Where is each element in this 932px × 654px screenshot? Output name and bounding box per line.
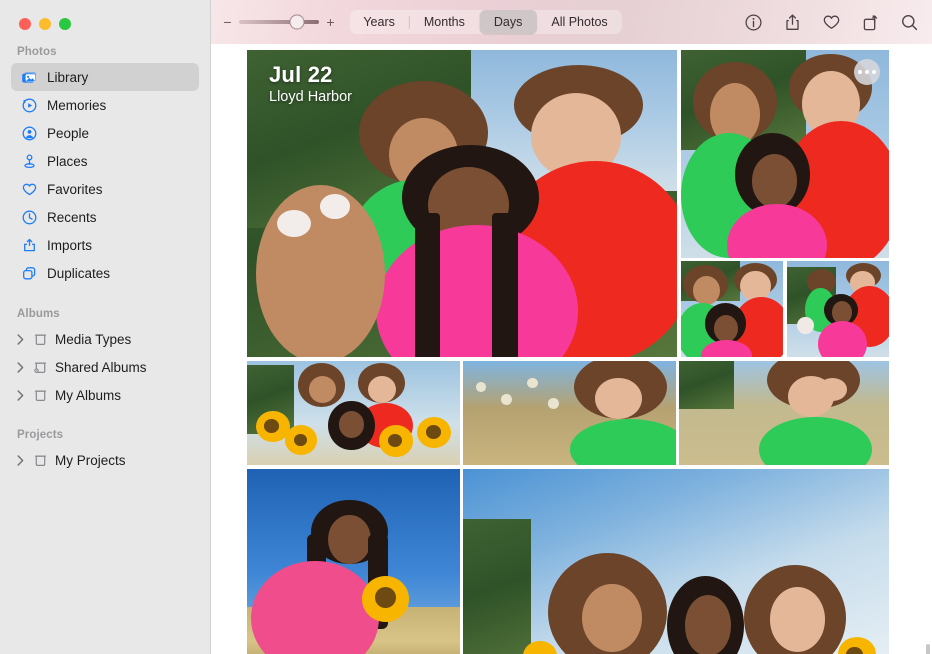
zoom-out-button[interactable]: − bbox=[223, 15, 232, 29]
zoom-slider-thumb[interactable] bbox=[289, 14, 305, 30]
album-icon bbox=[32, 387, 49, 404]
minimize-button[interactable] bbox=[39, 18, 51, 30]
photo-thumbnail[interactable]: Jul 22 Lloyd Harbor bbox=[247, 50, 677, 357]
heart-icon bbox=[21, 181, 38, 198]
sidebar-item-places[interactable]: Places bbox=[11, 147, 199, 175]
import-icon bbox=[21, 237, 38, 254]
sidebar-item-label: Shared Albums bbox=[55, 359, 147, 375]
sidebar-item-label: Favorites bbox=[47, 181, 103, 197]
chevron-right-icon[interactable] bbox=[15, 333, 26, 345]
sidebar-item-media-types[interactable]: Media Types bbox=[11, 325, 199, 353]
sidebar-item-label: My Albums bbox=[55, 387, 122, 403]
photo-thumbnail[interactable] bbox=[463, 469, 889, 654]
album-icon bbox=[32, 452, 49, 469]
tab-all-photos[interactable]: All Photos bbox=[537, 10, 621, 34]
photo-thumbnail[interactable] bbox=[463, 361, 676, 465]
sidebar-item-memories[interactable]: Memories bbox=[11, 91, 199, 119]
share-icon[interactable] bbox=[782, 12, 803, 33]
ellipsis-dot bbox=[872, 70, 876, 74]
sidebar-item-label: Recents bbox=[47, 209, 97, 225]
sidebar-item-label: People bbox=[47, 125, 90, 141]
library-icon bbox=[21, 69, 38, 86]
sidebar-group-albums: Albums Media Types Shared Albums My Albu… bbox=[0, 308, 210, 409]
photo-thumbnail[interactable] bbox=[247, 469, 460, 654]
chevron-right-icon[interactable] bbox=[15, 389, 26, 401]
sidebar-item-label: Places bbox=[47, 153, 88, 169]
sidebar: Photos Library Memories People Places Fa… bbox=[0, 0, 211, 654]
zoom-slider-track[interactable] bbox=[239, 14, 319, 30]
photo-grid-scroll-area[interactable]: Jul 22 Lloyd Harbor bbox=[211, 44, 932, 654]
ellipsis-dot bbox=[858, 70, 862, 74]
sidebar-item-library[interactable]: Library bbox=[11, 63, 199, 91]
ellipsis-dot bbox=[865, 70, 869, 74]
photos-window: Photos Library Memories People Places Fa… bbox=[0, 0, 932, 654]
sidebar-item-label: Imports bbox=[47, 237, 93, 253]
zoom-in-button[interactable]: + bbox=[326, 15, 335, 29]
photo-thumbnail[interactable] bbox=[247, 361, 460, 465]
sidebar-section-title-albums: Albums bbox=[17, 308, 60, 320]
photo-thumbnail[interactable] bbox=[681, 261, 783, 357]
main-area: − + Years Months Days All Photos Jul 22 … bbox=[211, 0, 932, 654]
vertical-scrollbar[interactable] bbox=[926, 644, 930, 654]
photo-thumbnail[interactable] bbox=[679, 361, 889, 465]
sidebar-item-duplicates[interactable]: Duplicates bbox=[11, 259, 199, 287]
tab-days[interactable]: Days bbox=[479, 10, 537, 34]
sidebar-item-favorites[interactable]: Favorites bbox=[11, 175, 199, 203]
sidebar-group-projects: Projects My Projects bbox=[0, 429, 210, 474]
shared-album-icon bbox=[32, 359, 49, 376]
clock-icon bbox=[21, 209, 38, 226]
tab-years[interactable]: Years bbox=[349, 10, 409, 34]
window-controls[interactable] bbox=[0, 0, 210, 44]
chevron-right-icon[interactable] bbox=[15, 361, 26, 373]
sidebar-item-label: Duplicates bbox=[47, 265, 111, 281]
sidebar-item-recents[interactable]: Recents bbox=[11, 203, 199, 231]
view-mode-segmented-control[interactable]: Years Months Days All Photos bbox=[349, 10, 622, 34]
sidebar-item-label: My Projects bbox=[55, 452, 126, 468]
toolbar-actions bbox=[743, 12, 920, 33]
tab-months[interactable]: Months bbox=[410, 10, 479, 34]
rotate-icon[interactable] bbox=[860, 12, 881, 33]
album-icon bbox=[32, 331, 49, 348]
zoom-slider[interactable]: − + bbox=[223, 14, 335, 30]
sidebar-section-title-photos: Photos bbox=[17, 46, 57, 58]
maximize-button[interactable] bbox=[59, 18, 71, 30]
sidebar-item-label: Media Types bbox=[55, 331, 132, 347]
sidebar-item-label: Memories bbox=[47, 97, 107, 113]
photo-grid: Jul 22 Lloyd Harbor bbox=[247, 50, 889, 654]
sidebar-item-imports[interactable]: Imports bbox=[11, 231, 199, 259]
toolbar: − + Years Months Days All Photos bbox=[211, 0, 932, 44]
more-options-button[interactable] bbox=[854, 59, 880, 85]
close-button[interactable] bbox=[19, 18, 31, 30]
duplicates-icon bbox=[21, 265, 38, 282]
sidebar-item-people[interactable]: People bbox=[11, 119, 199, 147]
photo-thumbnail[interactable] bbox=[787, 261, 889, 357]
sidebar-group-photos: Photos Library Memories People Places Fa… bbox=[0, 46, 210, 287]
people-icon bbox=[21, 125, 38, 142]
memories-icon bbox=[21, 97, 38, 114]
sidebar-item-my-projects[interactable]: My Projects bbox=[11, 446, 199, 474]
heart-icon[interactable] bbox=[821, 12, 842, 33]
chevron-right-icon[interactable] bbox=[15, 454, 26, 466]
search-icon[interactable] bbox=[899, 12, 920, 33]
places-icon bbox=[21, 153, 38, 170]
info-icon[interactable] bbox=[743, 12, 764, 33]
photo-thumbnail[interactable] bbox=[681, 50, 889, 258]
sidebar-item-label: Library bbox=[47, 69, 89, 85]
sidebar-section-title-projects: Projects bbox=[17, 429, 64, 441]
sidebar-item-shared-albums[interactable]: Shared Albums bbox=[11, 353, 199, 381]
sidebar-item-my-albums[interactable]: My Albums bbox=[11, 381, 199, 409]
